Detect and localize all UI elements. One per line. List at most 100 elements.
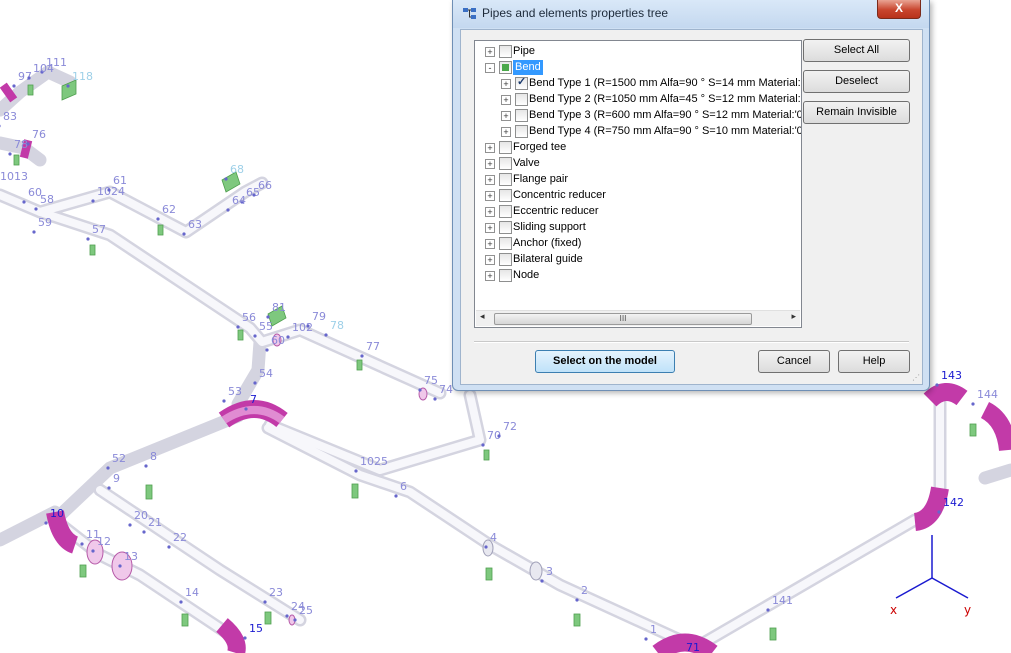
node-marker[interactable] — [22, 200, 26, 204]
node-marker[interactable] — [224, 177, 228, 181]
node-marker[interactable] — [293, 618, 297, 622]
tree-item-label[interactable]: Concentric reducer — [513, 188, 606, 203]
node-marker[interactable] — [481, 443, 485, 447]
tree-item-label[interactable]: Sliding support — [513, 220, 586, 235]
node-marker[interactable] — [937, 510, 941, 514]
node-marker[interactable] — [418, 388, 422, 392]
scroll-thumb[interactable]: III — [494, 313, 752, 325]
node-marker[interactable] — [286, 335, 290, 339]
node-marker[interactable] — [324, 333, 328, 337]
node-marker[interactable] — [971, 402, 975, 406]
tree-item-label[interactable]: Forged tee — [513, 140, 566, 155]
tree-checkbox[interactable] — [499, 205, 512, 218]
node-marker[interactable] — [0, 124, 1, 128]
tree-item-label[interactable]: Anchor (fixed) — [513, 236, 581, 251]
expand-icon[interactable]: + — [485, 143, 495, 153]
node-marker[interactable] — [167, 545, 171, 549]
node-marker[interactable] — [243, 636, 247, 640]
expand-icon[interactable]: + — [485, 255, 495, 265]
tree-item-label[interactable]: Bend Type 1 (R=1500 mm Alfa=90 ° S=14 mm… — [529, 76, 801, 91]
node-marker[interactable] — [253, 381, 257, 385]
properties-tree[interactable]: + Node + Bilateral guide + Anchor (fixed) + Sli… — [474, 40, 802, 328]
tree-item-label[interactable]: Node — [513, 268, 539, 283]
expand-icon[interactable]: + — [485, 191, 495, 201]
deselect-button[interactable]: Deselect — [803, 70, 910, 93]
tree-item-label[interactable]: Bilateral guide — [513, 252, 583, 267]
expand-icon[interactable]: + — [485, 223, 495, 233]
node-marker[interactable] — [182, 232, 186, 236]
node-marker[interactable] — [394, 494, 398, 498]
node-marker[interactable] — [222, 399, 226, 403]
node-marker[interactable] — [265, 348, 269, 352]
resize-grip-icon[interactable]: ⋰ — [912, 373, 920, 382]
node-marker[interactable] — [766, 608, 770, 612]
node-marker[interactable] — [107, 188, 111, 192]
expand-icon[interactable]: + — [485, 159, 495, 169]
tree-checkbox[interactable] — [499, 237, 512, 250]
remain-invisible-button[interactable]: Remain Invisible — [803, 101, 910, 124]
expand-icon[interactable]: + — [501, 127, 511, 137]
node-marker[interactable] — [142, 530, 146, 534]
node-marker[interactable] — [575, 598, 579, 602]
node-marker[interactable] — [253, 334, 257, 338]
tree-checkbox[interactable] — [499, 253, 512, 266]
tree-item-label[interactable]: Bend Type 2 (R=1050 mm Alfa=45 ° S=12 mm… — [529, 92, 801, 107]
select-all-button[interactable]: Select All — [803, 39, 910, 62]
node-marker[interactable] — [106, 466, 110, 470]
expand-icon[interactable]: + — [485, 271, 495, 281]
tree-checkbox[interactable] — [499, 221, 512, 234]
tree-checkbox[interactable] — [499, 61, 512, 74]
node-marker[interactable] — [27, 76, 31, 80]
node-marker[interactable] — [236, 325, 240, 329]
tree-item-label[interactable]: Pipe — [513, 44, 535, 59]
tree-checkbox[interactable] — [499, 269, 512, 282]
expand-icon[interactable]: + — [485, 175, 495, 185]
tree-checkbox[interactable] — [499, 189, 512, 202]
node-marker[interactable] — [497, 434, 501, 438]
node-marker[interactable] — [226, 208, 230, 212]
tree-item-label[interactable]: Valve — [513, 156, 540, 171]
node-marker[interactable] — [266, 315, 270, 319]
node-marker[interactable] — [156, 217, 160, 221]
node-marker[interactable] — [91, 549, 95, 553]
expand-icon[interactable]: + — [485, 207, 495, 217]
node-marker[interactable] — [935, 383, 939, 387]
tree-checkbox[interactable] — [499, 157, 512, 170]
node-marker[interactable] — [66, 84, 70, 88]
node-marker[interactable] — [354, 469, 358, 473]
horizontal-scrollbar[interactable]: ◂ III ▸ — [476, 310, 800, 326]
node-marker[interactable] — [144, 464, 148, 468]
tree-checkbox[interactable] — [515, 93, 528, 106]
node-marker[interactable] — [285, 614, 289, 618]
dialog-titlebar[interactable]: Pipes and elements properties tree X — [453, 0, 929, 28]
tree-item-label[interactable]: Eccentric reducer — [513, 204, 599, 219]
collapse-icon[interactable]: - — [485, 63, 495, 73]
help-button[interactable]: Help — [838, 350, 910, 373]
expand-icon[interactable]: + — [501, 95, 511, 105]
cancel-button[interactable]: Cancel — [758, 350, 830, 373]
node-marker[interactable] — [244, 407, 248, 411]
node-marker[interactable] — [32, 230, 36, 234]
tree-item-label[interactable]: Flange pair — [513, 172, 568, 187]
close-button[interactable]: X — [877, 0, 921, 19]
node-marker[interactable] — [118, 564, 122, 568]
expand-icon[interactable]: + — [485, 47, 495, 57]
scroll-right-icon[interactable]: ▸ — [791, 312, 796, 322]
node-marker[interactable] — [91, 199, 95, 203]
tree-checkbox[interactable] — [515, 75, 528, 90]
select-on-model-button[interactable]: Select on the model — [535, 350, 675, 373]
tree-item-label[interactable]: Bend — [513, 60, 543, 75]
tree-checkbox[interactable] — [515, 109, 528, 122]
node-marker[interactable] — [80, 542, 84, 546]
scroll-left-icon[interactable]: ◂ — [480, 312, 485, 322]
node-marker[interactable] — [360, 354, 364, 358]
node-marker[interactable] — [540, 579, 544, 583]
tree-item-label[interactable]: Bend Type 4 (R=750 mm Alfa=90 ° S=10 mm … — [529, 124, 801, 139]
tree-checkbox[interactable] — [515, 125, 528, 138]
node-marker[interactable] — [263, 600, 267, 604]
node-marker[interactable] — [8, 152, 12, 156]
node-marker[interactable] — [86, 237, 90, 241]
node-marker[interactable] — [128, 523, 132, 527]
expand-icon[interactable]: + — [501, 79, 511, 89]
node-marker[interactable] — [179, 600, 183, 604]
